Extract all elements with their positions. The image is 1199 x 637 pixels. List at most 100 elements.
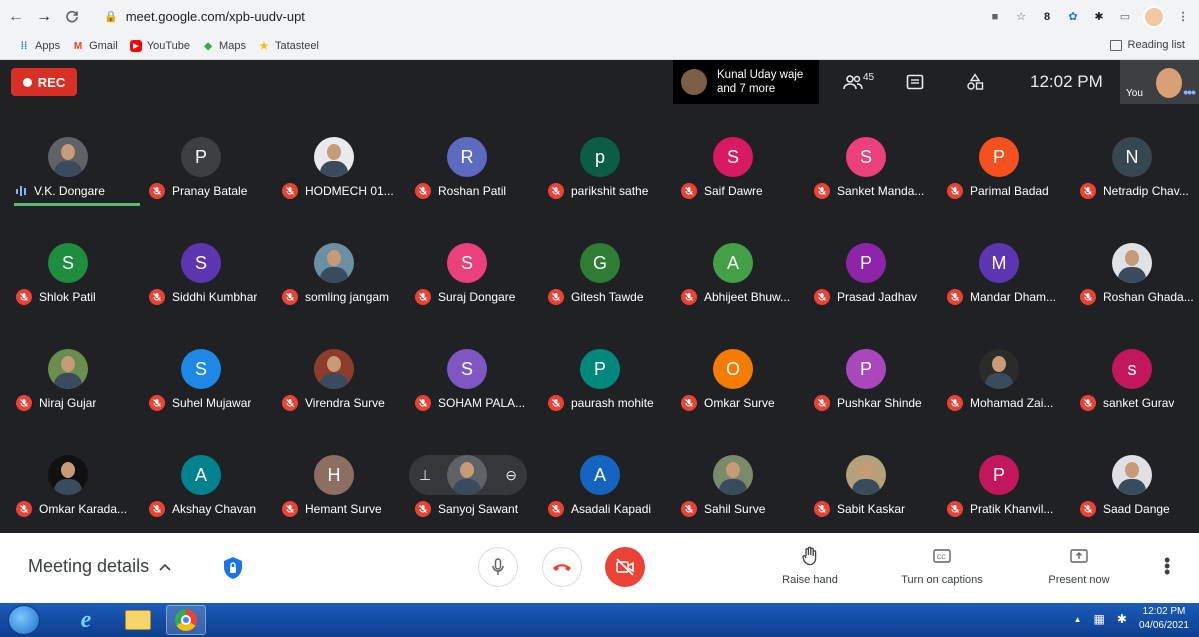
back-button[interactable]: ← (4, 5, 28, 29)
bookmark-maps[interactable]: ◆ Maps (202, 40, 246, 52)
participant-tile[interactable]: P Prasad Jadhav (802, 221, 935, 325)
participant-tile[interactable]: s sanket Gurav (1068, 327, 1199, 431)
network-icon[interactable]: ▦ (1094, 612, 1105, 626)
cast-icon[interactable]: ▭ (1117, 9, 1133, 25)
participant-name-row: Omkar Karada... (16, 499, 140, 519)
bookmark-apps[interactable]: ⁞⁞ Apps (18, 40, 60, 52)
reading-list-button[interactable]: Reading list (1109, 39, 1185, 51)
participant-tile[interactable]: M Mandar Dham... (935, 221, 1068, 325)
participant-tile[interactable]: Roshan Ghada... (1068, 221, 1199, 325)
participant-name: Mohamad Zai... (970, 396, 1054, 410)
participant-tile[interactable]: Mohamad Zai... (935, 327, 1068, 431)
participant-tile[interactable]: S Shlok Patil (4, 221, 137, 325)
microphone-button[interactable] (478, 547, 518, 587)
bookmark-star-icon[interactable]: ☆ (1013, 9, 1029, 25)
participant-tile[interactable]: A Akshay Chavan (137, 433, 270, 537)
extension-icon[interactable]: 8 (1039, 9, 1055, 25)
participant-tile[interactable]: A Asadali Kapadi (536, 433, 669, 537)
participant-tile[interactable]: Virendra Surve (270, 327, 403, 431)
chrome-menu-icon[interactable]: ⋮ (1175, 9, 1191, 25)
participant-tile[interactable]: S Suraj Dongare (403, 221, 536, 325)
muted-mic-icon (814, 289, 830, 305)
camera-indicator-icon[interactable]: ■ (987, 9, 1003, 25)
bookmarks-bar: ⁞⁞ Apps M Gmail ▶ YouTube ◆ Maps ★ Tatas… (0, 33, 1199, 60)
remove-icon[interactable]: ⊖ (505, 467, 517, 484)
avatar-initial: P (194, 146, 207, 167)
forward-button[interactable]: → (32, 5, 56, 29)
more-options-kebab-icon[interactable]: • • • (1164, 551, 1170, 581)
participant-tile[interactable]: Sahil Surve (669, 433, 802, 537)
participant-name: Sanket Manda... (837, 184, 925, 198)
participant-tile[interactable]: somling jangam (270, 221, 403, 325)
bookmark-gmail[interactable]: M Gmail (72, 40, 118, 52)
file-explorer-icon[interactable] (118, 605, 158, 635)
participant-tile[interactable]: G Gitesh Tawde (536, 221, 669, 325)
participant-avatar: P (846, 349, 886, 389)
participant-tile[interactable]: N Netradip Chav... (1068, 115, 1199, 219)
participant-tile[interactable]: P Parimal Badad (935, 115, 1068, 219)
captions-button[interactable]: CC Turn on captions (892, 545, 992, 586)
windows-start-icon[interactable] (8, 605, 40, 635)
leave-call-button[interactable] (542, 547, 582, 587)
participant-tile[interactable]: P Pratik Khanvil... (935, 433, 1068, 537)
muted-mic-icon (947, 501, 963, 517)
participant-tile[interactable]: S Sanket Manda... (802, 115, 935, 219)
muted-mic-icon (548, 183, 564, 199)
meeting-details-button[interactable]: Meeting details (28, 556, 171, 577)
bluetooth-icon[interactable]: ✱ (1117, 612, 1127, 626)
pin-icon[interactable]: ⊥ (419, 467, 431, 484)
participant-tile[interactable]: S Suhel Mujawar (137, 327, 270, 431)
participant-tile[interactable]: p parikshit sathe (536, 115, 669, 219)
avatar-face (327, 144, 341, 160)
participant-avatar: s (1112, 349, 1152, 389)
participant-tile[interactable]: H Hemant Surve (270, 433, 403, 537)
avatar-body (453, 479, 481, 495)
muted-mic-icon (282, 289, 298, 305)
profile-avatar-icon[interactable] (1143, 5, 1165, 28)
active-speaker-box[interactable]: Kunal Uday waje and 7 more (673, 60, 819, 104)
participant-tile[interactable]: O Omkar Surve (669, 327, 802, 431)
participant-tile[interactable]: R Roshan Patil (403, 115, 536, 219)
participant-tile[interactable]: A Abhijeet Bhuw... (669, 221, 802, 325)
bookmark-youtube[interactable]: ▶ YouTube (129, 40, 190, 52)
participant-tile[interactable]: ⊥ ⊖ Sanyoj Sawant (403, 433, 536, 537)
avatar-body (320, 161, 348, 177)
raise-hand-button[interactable]: Raise hand (760, 545, 860, 586)
recording-badge[interactable]: REC (11, 68, 77, 96)
participant-tile[interactable]: Omkar Karada... (4, 433, 137, 537)
chat-button[interactable] (906, 60, 924, 104)
participant-name-row: paurash mohite (548, 393, 672, 413)
participant-tile[interactable]: P Pranay Batale (137, 115, 270, 219)
participant-tile[interactable]: Saad Dange (1068, 433, 1199, 537)
participant-name: Netradip Chav... (1103, 184, 1189, 198)
camera-off-button[interactable] (605, 547, 645, 587)
present-now-button[interactable]: Present now (1029, 545, 1129, 586)
muted-mic-icon (814, 501, 830, 517)
puzzle-extension-icon[interactable]: ✱ (1091, 9, 1107, 25)
people-button[interactable]: 45 (843, 60, 874, 104)
participant-tile[interactable]: S SOHAM PALA... (403, 327, 536, 431)
avatar-initial: H (327, 464, 341, 485)
tray-expand-icon[interactable]: ▲ (1074, 615, 1082, 624)
system-clock[interactable]: 12:02 PM 04/06/2021 (1139, 605, 1189, 633)
participant-tile[interactable]: S Siddhi Kumbhar (137, 221, 270, 325)
activities-button[interactable] (966, 60, 984, 104)
participant-tile[interactable]: HODMECH 01... (270, 115, 403, 219)
participant-tile[interactable]: S Saif Dawre (669, 115, 802, 219)
participant-name-row: somling jangam (282, 287, 406, 307)
self-view-tile[interactable]: You ••• (1120, 60, 1199, 104)
host-controls-shield-icon[interactable] (222, 556, 244, 580)
bookmark-tatasteel[interactable]: ★ Tatasteel (258, 40, 319, 52)
participant-tile[interactable]: V.K. Dongare (4, 115, 140, 219)
participant-tile[interactable]: Niraj Gujar (4, 327, 137, 431)
more-options-icon[interactable]: ••• (1183, 84, 1196, 100)
muted-mic-icon (16, 501, 32, 517)
participant-tile[interactable]: P Pushkar Shinde (802, 327, 935, 431)
omnibox[interactable]: 🔒 meet.google.com/xpb-uudv-upt (104, 4, 964, 29)
extension-color-icon[interactable]: ✿ (1065, 9, 1081, 25)
participant-tile[interactable]: Sabit Kaskar (802, 433, 935, 537)
internet-explorer-icon[interactable]: e (66, 605, 106, 635)
chrome-taskbar-icon[interactable] (166, 605, 206, 635)
reload-button[interactable] (60, 5, 84, 29)
participant-tile[interactable]: Ppaurash mohite (536, 327, 669, 431)
